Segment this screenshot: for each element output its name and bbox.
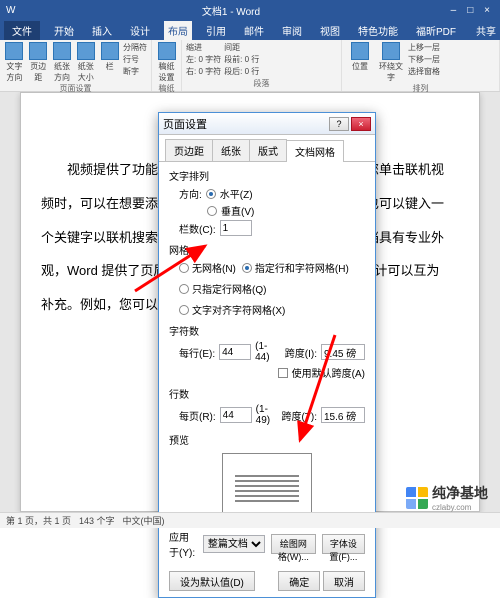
tab-home[interactable]: 开始 xyxy=(50,21,78,40)
cancel-button[interactable]: 取消 xyxy=(323,571,365,591)
app-icon: W xyxy=(6,5,15,16)
apply-to-select[interactable]: 整篇文档 xyxy=(203,535,265,553)
tab-review[interactable]: 审阅 xyxy=(278,21,306,40)
breaks-button[interactable]: 分隔符 xyxy=(123,42,147,53)
dialog-title: 页面设置 xyxy=(163,116,327,132)
sect-text-direction: 文字排列 xyxy=(169,168,365,183)
sect-preview: 预览 xyxy=(169,432,365,447)
bring-forward[interactable]: 上移一层 xyxy=(408,42,440,53)
text-direction-button[interactable]: 文字方向 xyxy=(4,42,25,83)
use-default-span-check[interactable] xyxy=(278,368,288,378)
radio-vertical[interactable] xyxy=(207,206,217,216)
send-backward[interactable]: 下移一层 xyxy=(408,54,440,65)
spacing-before[interactable]: 段前: 0 行 xyxy=(224,54,259,65)
char-span-input[interactable] xyxy=(321,344,365,360)
position-button[interactable]: 位置 xyxy=(346,42,374,72)
ok-button[interactable]: 确定 xyxy=(278,571,320,591)
dialog-close-button[interactable]: × xyxy=(351,117,371,131)
perline-range: (1-44) xyxy=(255,341,281,363)
radio-line-char-grid[interactable] xyxy=(242,263,252,273)
set-default-button[interactable]: 设为默认值(D) xyxy=(169,571,255,591)
dlg-tab-docgrid[interactable]: 文档网格 xyxy=(286,140,344,162)
radio-no-grid[interactable] xyxy=(179,263,189,273)
dialog-help-button[interactable]: ? xyxy=(329,117,349,131)
window-min[interactable]: – xyxy=(446,5,460,16)
dlg-tab-layout[interactable]: 版式 xyxy=(249,139,287,161)
tab-references[interactable]: 引用 xyxy=(202,21,230,40)
status-words[interactable]: 143 个字 xyxy=(79,514,115,527)
direction-label: 方向: xyxy=(179,186,202,201)
window-max[interactable]: □ xyxy=(463,5,477,16)
hyphenation-button[interactable]: 断字 xyxy=(123,66,147,77)
radio-align-grid[interactable] xyxy=(179,305,189,315)
dlg-tab-paper[interactable]: 纸张 xyxy=(212,139,250,161)
sect-chars: 字符数 xyxy=(169,323,365,338)
orientation-button[interactable]: 纸张方向 xyxy=(52,42,73,83)
tab-view[interactable]: 视图 xyxy=(316,21,344,40)
margins-button[interactable]: 页边距 xyxy=(28,42,49,83)
tab-insert[interactable]: 插入 xyxy=(88,21,116,40)
radio-line-grid[interactable] xyxy=(179,284,189,294)
watermark-brand: 纯净基地 czlaby.com xyxy=(406,483,488,512)
line-numbers-button[interactable]: 行号 xyxy=(123,54,147,65)
brand-url: czlaby.com xyxy=(432,503,488,512)
perpage-label: 每页(R): xyxy=(179,408,216,423)
indent-left[interactable]: 左: 0 字符 xyxy=(186,54,221,65)
perpage-range: (1-49) xyxy=(256,404,278,426)
status-lang[interactable]: 中文(中国) xyxy=(123,514,165,527)
spacing-label: 间距 xyxy=(224,42,259,53)
wrap-text-button[interactable]: 环绕文字 xyxy=(377,42,405,83)
manuscript-button[interactable]: 稿纸设置 xyxy=(156,42,177,83)
columns-input[interactable] xyxy=(220,220,252,236)
tab-layout[interactable]: 布局 xyxy=(164,21,192,40)
dlg-tab-margins[interactable]: 页边距 xyxy=(165,139,213,161)
indent-label: 缩进 xyxy=(186,42,221,53)
brand-name: 纯净基地 xyxy=(432,485,488,501)
spacing-after[interactable]: 段后: 0 行 xyxy=(224,66,259,77)
font-settings-button[interactable]: 字体设置(F)... xyxy=(322,534,365,554)
status-page[interactable]: 第 1 页，共 1 页 xyxy=(6,514,71,527)
tab-mailings[interactable]: 邮件 xyxy=(240,21,268,40)
line-span-label: 跨度(T): xyxy=(281,408,317,423)
perline-label: 每行(E): xyxy=(179,345,215,360)
tab-file[interactable]: 文件 xyxy=(4,21,40,40)
selection-pane[interactable]: 选择窗格 xyxy=(408,66,440,77)
columns-label: 栏数(C): xyxy=(179,221,216,236)
tab-featured[interactable]: 特色功能 xyxy=(354,21,402,40)
brand-logo-icon xyxy=(406,487,428,509)
radio-horizontal[interactable] xyxy=(206,189,216,199)
tab-foxit[interactable]: 福昕PDF xyxy=(412,21,460,40)
doc-title: 文档1 - Word xyxy=(15,3,446,18)
columns-button[interactable]: 栏 xyxy=(99,42,120,72)
tab-design[interactable]: 设计 xyxy=(126,21,154,40)
sect-lines: 行数 xyxy=(169,386,365,401)
size-button[interactable]: 纸张大小 xyxy=(75,42,96,83)
line-span-input[interactable] xyxy=(321,407,365,423)
drawing-grid-button[interactable]: 绘图网格(W)... xyxy=(271,534,316,554)
sect-grid: 网格 xyxy=(169,242,365,257)
indent-right[interactable]: 右: 0 字符 xyxy=(186,66,221,77)
window-close[interactable]: × xyxy=(480,5,494,16)
share-button[interactable]: 共享 xyxy=(476,23,496,38)
apply-to-label: 应用于(Y): xyxy=(169,529,197,559)
chars-per-line-input[interactable] xyxy=(219,344,251,360)
char-span-label: 跨度(I): xyxy=(285,345,317,360)
group-paragraph: 段落 xyxy=(186,78,337,89)
lines-per-page-input[interactable] xyxy=(220,407,252,423)
